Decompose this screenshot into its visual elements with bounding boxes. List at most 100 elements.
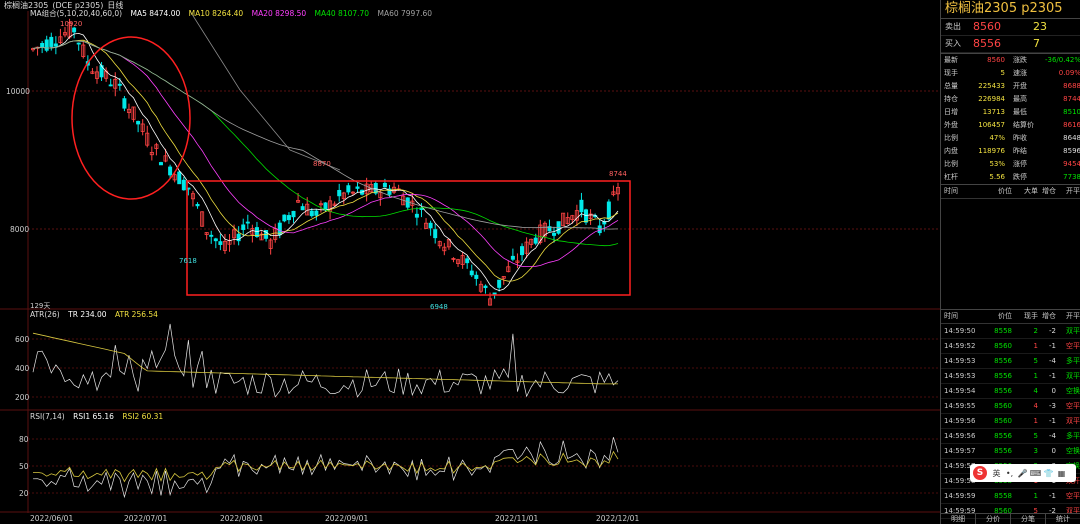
column-header[interactable]: 价位 xyxy=(982,310,1012,323)
rsi1-line xyxy=(32,437,619,499)
column-header[interactable]: 价位 xyxy=(982,185,1012,198)
x-tick: 2022/11/01 xyxy=(495,514,539,523)
tick-row[interactable]: 14:59:56 8556 5 -4 多平 xyxy=(941,429,1080,444)
quote-key: 最高 xyxy=(1013,95,1027,103)
tick-row[interactable]: 14:59:52 8560 1 -1 空平 xyxy=(941,339,1080,354)
candle-body xyxy=(382,182,387,188)
candle-body xyxy=(76,42,81,45)
skin-icon[interactable]: 👕 xyxy=(1042,469,1055,478)
keyboard-icon[interactable]: ⌨ xyxy=(1029,469,1042,478)
high-label: 8744 xyxy=(609,170,627,178)
candle-body xyxy=(314,210,319,216)
tick-type: 空平 xyxy=(1066,342,1080,350)
atr-name[interactable]: ATR(26) xyxy=(30,310,60,319)
tick-row[interactable]: 14:59:57 8556 3 0 空换 xyxy=(941,444,1080,459)
tick-row[interactable]: 14:59:53 8556 5 -4 多平 xyxy=(941,354,1080,369)
sogou-logo-icon[interactable]: S xyxy=(973,466,987,480)
ime-lang[interactable]: 英 xyxy=(990,468,1003,479)
tick-row[interactable]: 14:59:55 8560 4 -3 空平 xyxy=(941,399,1080,414)
tick-oi-change: -1 xyxy=(1049,417,1056,425)
quote-table: 最新 8560 涨跌 -36/0.42% 现手 5 速涨 0.09% 总量 225433 开盘 868… xyxy=(941,54,1080,184)
candle-body xyxy=(40,42,45,47)
candle-body xyxy=(53,43,58,47)
chart-canvas[interactable]: 10920 8870 7618 6948 8744 xyxy=(0,10,940,513)
kline-chart[interactable]: 10920 8870 7618 6948 8744 xyxy=(0,10,940,513)
column-header[interactable]: 现手 xyxy=(1012,310,1038,323)
bid-row[interactable]: 买入 8556 7 xyxy=(941,36,1080,53)
tick-oi-change: -2 xyxy=(1049,327,1056,335)
bid-price: 8556 xyxy=(973,37,1001,50)
tick-row[interactable]: 14:59:53 8556 1 -1 双平 xyxy=(941,369,1080,384)
candle-body xyxy=(195,204,200,207)
microphone-icon[interactable]: 🎤 xyxy=(1016,469,1029,478)
quote-key: 内盘 xyxy=(944,147,958,155)
quote-row: 日增 13713 最低 8510 xyxy=(941,106,1080,119)
panel-tab[interactable]: 统计 xyxy=(1046,514,1080,524)
column-header[interactable]: 时间 xyxy=(941,310,982,323)
panel-tab[interactable]: 分价 xyxy=(976,514,1011,524)
tick-qty: 4 xyxy=(1033,402,1038,410)
rsi-name[interactable]: RSI(7,14) xyxy=(30,412,65,421)
candle-body xyxy=(474,274,479,279)
tick-price: 8560 xyxy=(994,402,1012,410)
punctuation-icon[interactable]: •, xyxy=(1003,469,1016,478)
tick-row[interactable]: 14:59:50 8558 2 -2 双平 xyxy=(941,324,1080,339)
y-tick-atr: 600 xyxy=(15,335,30,344)
candle-body xyxy=(44,39,49,51)
quote-value: 5 xyxy=(1000,69,1005,77)
tick-row[interactable]: 14:59:59 8558 1 -1 空平 xyxy=(941,489,1080,504)
candle-body xyxy=(469,270,474,276)
quote-row: 现手 5 速涨 0.09% xyxy=(941,67,1080,80)
quote-row: 最新 8560 涨跌 -36/0.42% xyxy=(941,54,1080,67)
quote-key: 比例 xyxy=(944,134,958,142)
rsi2-line xyxy=(33,450,619,483)
candle-body xyxy=(579,199,584,213)
quote-value: 8596 xyxy=(1063,147,1080,155)
ask-qty: 23 xyxy=(1033,20,1047,33)
tick-qty: 1 xyxy=(1033,342,1038,350)
tick-time: 14:59:59 xyxy=(944,492,976,500)
quote-value: 8510 xyxy=(1063,108,1080,116)
column-header[interactable]: 开平 xyxy=(1056,185,1080,198)
tr-line xyxy=(32,323,619,398)
tick-row[interactable]: 14:59:56 8560 1 -1 双平 xyxy=(941,414,1080,429)
column-header[interactable]: 开平 xyxy=(1056,310,1080,323)
quote-panel: 棕榈油2305 p2305 卖出 8560 23 买入 8556 7 最新 856… xyxy=(940,0,1080,524)
candle-body xyxy=(117,83,122,86)
tick-list[interactable]: 14:59:50 8558 2 -2 双平 14:59:52 8560 1 -1 空平 14:59:… xyxy=(941,324,1080,519)
panel-tab[interactable]: 明细 xyxy=(941,514,976,524)
ma-group-label[interactable]: MA组合(5,10,20,40,60,0) xyxy=(30,9,122,18)
ime-toolbar[interactable]: S 英 •, 🎤 ⌨ 👕 ▦ xyxy=(970,464,1076,482)
column-header[interactable]: 时间 xyxy=(941,185,982,198)
column-header[interactable]: 增仓 xyxy=(1038,310,1056,323)
quote-row: 持仓 226984 最高 8744 xyxy=(941,93,1080,106)
low-label: 6948 xyxy=(430,303,448,311)
column-header[interactable]: 大单 xyxy=(1012,185,1038,198)
quote-key: 总量 xyxy=(944,82,958,90)
quote-key: 现手 xyxy=(944,69,958,77)
quote-key: 昨收 xyxy=(1013,134,1027,142)
ma-line-20 xyxy=(32,40,619,268)
ask-row[interactable]: 卖出 8560 23 xyxy=(941,19,1080,36)
tick-time: 14:59:56 xyxy=(944,432,976,440)
ma-line-60 xyxy=(32,40,619,230)
panel-tab[interactable]: 分笔 xyxy=(1011,514,1046,524)
rsi2-value: RSI2 60.31 xyxy=(122,412,164,421)
column-header[interactable]: 增仓 xyxy=(1038,185,1056,198)
ma20-label: MA20 8298.50 xyxy=(251,9,307,18)
tick-oi-change: -3 xyxy=(1049,402,1056,410)
tick-time: 14:59:53 xyxy=(944,372,976,380)
tick-price: 8558 xyxy=(994,492,1012,500)
quote-key: 跌停 xyxy=(1013,173,1027,181)
quote-row: 总量 225433 开盘 8688 xyxy=(941,80,1080,93)
ma10-label: MA10 8264.40 xyxy=(188,9,244,18)
quote-key: 涨跌 xyxy=(1013,56,1027,64)
low-label: 7618 xyxy=(179,257,197,265)
tick-type: 双平 xyxy=(1066,417,1080,425)
quote-key: 杠杆 xyxy=(944,173,958,181)
tr-value: TR 234.00 xyxy=(68,310,107,319)
grid-menu-icon[interactable]: ▦ xyxy=(1055,469,1068,478)
quote-row: 内盘 118976 昨结 8596 xyxy=(941,145,1080,158)
quote-value: 5.56 xyxy=(989,173,1005,181)
tick-row[interactable]: 14:59:54 8556 4 0 空换 xyxy=(941,384,1080,399)
